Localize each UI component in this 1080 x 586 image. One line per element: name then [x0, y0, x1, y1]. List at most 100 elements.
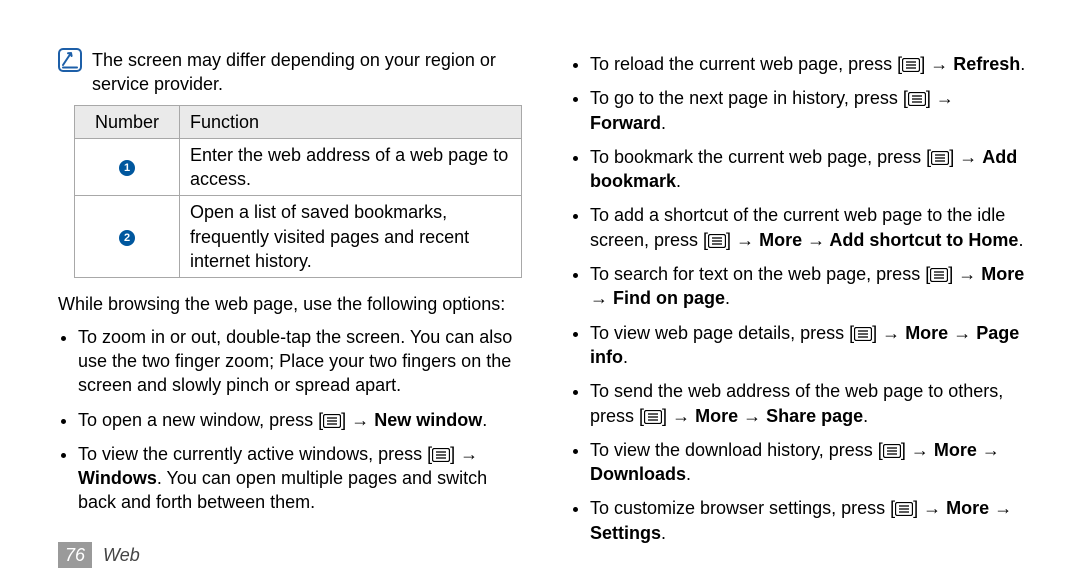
- bullet-pre: To customize browser settings, press [: [590, 498, 895, 518]
- arrow: →: [959, 147, 977, 167]
- bullet-bold: More: [946, 498, 989, 518]
- menu-icon: [323, 414, 341, 428]
- bracket-close: ]: [913, 498, 918, 518]
- arrow: →: [882, 323, 900, 343]
- arrow: →: [953, 323, 971, 343]
- bullet-bold: More: [905, 323, 948, 343]
- list-item: To add a shortcut of the current web pag…: [590, 203, 1028, 252]
- bullet-bold: New window: [374, 410, 482, 430]
- bracket-close: ]: [949, 147, 954, 167]
- table-header-function: Function: [180, 105, 522, 138]
- function-table: Number Function 1 Enter the web address …: [74, 105, 522, 279]
- list-item: To search for text on the web page, pres…: [590, 262, 1028, 311]
- manual-page: The screen may differ depending on your …: [0, 0, 1080, 586]
- menu-icon: [708, 234, 726, 248]
- bullet-bold: More: [934, 440, 977, 460]
- table-cell-function: Open a list of saved bookmarks, frequent…: [180, 196, 522, 278]
- list-item: To reload the current web page, press []…: [590, 52, 1028, 76]
- bullet-bold: Forward: [590, 113, 661, 133]
- bracket-close: ]: [948, 264, 953, 284]
- list-item: To view web page details, press [] → Mor…: [590, 321, 1028, 370]
- bullet-text: To zoom in or out, double-tap the screen…: [78, 327, 512, 396]
- bullet-bold: More → Add shortcut to Home: [759, 230, 1018, 250]
- table-cell-function: Enter the web address of a web page to a…: [180, 138, 522, 196]
- table-header-row: Number Function: [75, 105, 522, 138]
- bullet-pre: To open a new window, press [: [78, 410, 323, 430]
- two-column-layout: The screen may differ depending on your …: [58, 48, 1028, 555]
- note-block: The screen may differ depending on your …: [58, 48, 522, 97]
- bullet-pre: To go to the next page in history, press…: [590, 88, 908, 108]
- section-title: Web: [103, 545, 140, 565]
- left-column: The screen may differ depending on your …: [58, 48, 522, 555]
- page-footer: 76 Web: [58, 542, 140, 568]
- arrow: →: [930, 54, 948, 74]
- number-badge-icon: 1: [119, 160, 135, 176]
- menu-icon: [432, 448, 450, 462]
- table-cell-number: 1: [75, 138, 180, 196]
- menu-icon: [930, 268, 948, 282]
- bullet-post: .: [686, 464, 691, 484]
- bullet-post: .: [482, 410, 487, 430]
- bracket-close: ]: [662, 406, 667, 426]
- bracket-close: ]: [901, 440, 906, 460]
- list-item: To send the web address of the web page …: [590, 379, 1028, 428]
- arrow: →: [460, 444, 478, 464]
- number-badge-icon: 2: [119, 230, 135, 246]
- bullet-post: .: [623, 347, 628, 367]
- arrow: →: [994, 498, 1012, 518]
- bullet-bold: More → Share page: [695, 406, 863, 426]
- arrow: →: [351, 410, 369, 430]
- table-row: 1 Enter the web address of a web page to…: [75, 138, 522, 196]
- arrow: →: [672, 406, 690, 426]
- list-item: To view the download history, press [] →…: [590, 438, 1028, 487]
- table-row: 2 Open a list of saved bookmarks, freque…: [75, 196, 522, 278]
- arrow: →: [590, 288, 608, 308]
- bullet-pre: To view the currently active windows, pr…: [78, 444, 432, 464]
- bullet-pre: To view the download history, press [: [590, 440, 883, 460]
- menu-icon: [895, 502, 913, 516]
- note-text: The screen may differ depending on your …: [92, 48, 522, 97]
- bullet-bold: Settings: [590, 523, 661, 543]
- bracket-close: ]: [920, 54, 925, 74]
- arrow: →: [911, 440, 929, 460]
- table-header-number: Number: [75, 105, 180, 138]
- bullet-post: .: [661, 113, 666, 133]
- bullet-post: .: [676, 171, 681, 191]
- page-number: 76: [58, 542, 92, 568]
- bullet-bold: Refresh: [953, 54, 1020, 74]
- bullet-post: .: [1018, 230, 1023, 250]
- bullet-pre: To bookmark the current web page, press …: [590, 147, 931, 167]
- bullet-bold: Find on page: [613, 288, 725, 308]
- bracket-close: ]: [450, 444, 455, 464]
- menu-icon: [931, 151, 949, 165]
- intro-paragraph: While browsing the web page, use the fol…: [58, 292, 522, 316]
- right-bullet-list: To reload the current web page, press []…: [590, 52, 1028, 545]
- arrow: →: [736, 230, 754, 250]
- bracket-close: ]: [872, 323, 877, 343]
- list-item: To go to the next page in history, press…: [590, 86, 1028, 135]
- arrow: →: [982, 440, 1000, 460]
- list-item: To zoom in or out, double-tap the screen…: [78, 325, 522, 398]
- left-bullet-list: To zoom in or out, double-tap the screen…: [78, 325, 522, 515]
- bullet-bold: More: [981, 264, 1024, 284]
- bracket-close: ]: [341, 410, 346, 430]
- menu-icon: [908, 92, 926, 106]
- list-item: To open a new window, press [] → New win…: [78, 408, 522, 432]
- bracket-close: ]: [726, 230, 731, 250]
- right-column: To reload the current web page, press []…: [570, 48, 1028, 555]
- bracket-close: ]: [926, 88, 931, 108]
- list-item: To view the currently active windows, pr…: [78, 442, 522, 515]
- bullet-post: .: [661, 523, 666, 543]
- arrow: →: [923, 498, 941, 518]
- menu-icon: [644, 410, 662, 424]
- arrow: →: [958, 264, 976, 284]
- list-item: To customize browser settings, press [] …: [590, 496, 1028, 545]
- table-cell-number: 2: [75, 196, 180, 278]
- menu-icon: [902, 58, 920, 72]
- bullet-post: .: [725, 288, 730, 308]
- list-item: To bookmark the current web page, press …: [590, 145, 1028, 194]
- menu-icon: [854, 327, 872, 341]
- bullet-pre: To search for text on the web page, pres…: [590, 264, 930, 284]
- menu-icon: [883, 444, 901, 458]
- note-icon: [58, 48, 82, 72]
